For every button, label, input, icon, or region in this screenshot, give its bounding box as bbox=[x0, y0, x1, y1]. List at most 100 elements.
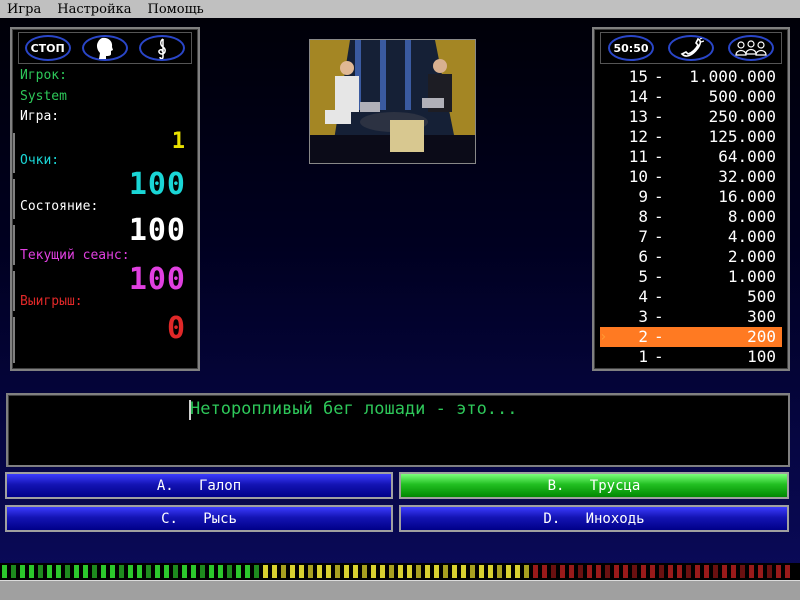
timer-cell bbox=[262, 564, 269, 579]
ladder-dash: - bbox=[654, 167, 664, 186]
ladder-dash: - bbox=[654, 147, 664, 166]
timer-cell bbox=[658, 564, 665, 579]
timer-cell bbox=[406, 564, 413, 579]
panel-divider bbox=[13, 225, 15, 265]
player-label: Игрок: bbox=[20, 68, 67, 83]
ladder-dash: - bbox=[654, 307, 664, 326]
ladder-amount: 200 bbox=[747, 327, 776, 346]
ladder-row: 9- 16.000 bbox=[600, 187, 782, 207]
timer-cell bbox=[55, 564, 62, 579]
timer-cell bbox=[505, 564, 512, 579]
treble-clef-icon bbox=[158, 38, 167, 59]
timer-cell bbox=[190, 564, 197, 579]
stop-label: СТОП bbox=[30, 41, 65, 55]
timer-cell bbox=[316, 564, 323, 579]
ladder-row: 15- 1.000.000 bbox=[600, 67, 782, 87]
ladder-row: 10- 32.000 bbox=[600, 167, 782, 187]
ladder-row: 13- 250.000 bbox=[600, 107, 782, 127]
menu-help[interactable]: Помощь bbox=[140, 2, 212, 17]
answer-d-button[interactable]: D. Иноходь bbox=[399, 505, 789, 532]
ladder-dash: - bbox=[654, 287, 664, 306]
timer-cell bbox=[496, 564, 503, 579]
session-value: 100 bbox=[128, 262, 186, 297]
head-silhouette-icon bbox=[96, 37, 113, 59]
ladder-level: 13 bbox=[628, 107, 648, 126]
winnings-label: Выигрыш: bbox=[20, 294, 83, 309]
timer-cell bbox=[775, 564, 782, 579]
stop-button[interactable]: СТОП bbox=[24, 35, 71, 61]
menu-settings[interactable]: Настройка bbox=[50, 2, 140, 17]
timer-cell bbox=[451, 564, 458, 579]
timer-cell bbox=[217, 564, 224, 579]
phone-a-friend-button[interactable] bbox=[668, 35, 714, 61]
timer-cell bbox=[523, 564, 530, 579]
ladder-amount: 32.000 bbox=[718, 167, 776, 186]
timer-cell bbox=[442, 564, 449, 579]
timer-cell bbox=[388, 564, 395, 579]
game-label: Игра: bbox=[20, 109, 60, 124]
ladder-amount: 8.000 bbox=[727, 207, 776, 226]
timer-cell bbox=[154, 564, 161, 579]
timer-cell bbox=[586, 564, 593, 579]
state-value: 100 bbox=[128, 213, 186, 248]
timer-cell bbox=[127, 564, 134, 579]
answer-a-button[interactable]: A. Галоп bbox=[5, 472, 393, 499]
ladder-row: 8- 8.000 bbox=[600, 207, 782, 227]
timer-cell bbox=[541, 564, 548, 579]
ladder-dash: - bbox=[654, 347, 664, 366]
timer-cell bbox=[739, 564, 746, 579]
timer-cell bbox=[568, 564, 575, 579]
timer-cell bbox=[712, 564, 719, 579]
player-name: System bbox=[20, 89, 67, 104]
timer-cell bbox=[469, 564, 476, 579]
answer-b-button[interactable]: B. Трусца bbox=[399, 472, 789, 499]
timer-cell bbox=[370, 564, 377, 579]
ladder-amount: 500 bbox=[747, 287, 776, 306]
timer-cell bbox=[595, 564, 602, 579]
timer-cell bbox=[640, 564, 647, 579]
timer-cell bbox=[46, 564, 53, 579]
points-value: 100 bbox=[128, 167, 186, 202]
timer-cell bbox=[424, 564, 431, 579]
panel-divider bbox=[13, 271, 15, 311]
answer-d-text: Иноходь bbox=[585, 510, 645, 527]
timer-cell bbox=[136, 564, 143, 579]
timer-cell bbox=[703, 564, 710, 579]
timer-cell bbox=[478, 564, 485, 579]
studio-scene-image bbox=[310, 40, 475, 163]
timer-bar bbox=[0, 563, 800, 580]
timer-cell bbox=[379, 564, 386, 579]
timer-cell bbox=[676, 564, 683, 579]
timer-cell bbox=[181, 564, 188, 579]
timer-cell bbox=[361, 564, 368, 579]
ladder-amount: 1.000.000 bbox=[689, 67, 776, 86]
ladder-level: 3 bbox=[638, 307, 648, 326]
timer-cell bbox=[766, 564, 773, 579]
ladder-amount: 64.000 bbox=[718, 147, 776, 166]
head-silhouette-button[interactable] bbox=[81, 35, 128, 61]
fifty-fifty-label: 50:50 bbox=[613, 41, 649, 55]
timer-cell bbox=[514, 564, 521, 579]
ladder-row: 14- 500.000 bbox=[600, 87, 782, 107]
ladder-level: 10 bbox=[628, 167, 648, 186]
ladder-amount: 125.000 bbox=[708, 127, 776, 146]
timer-cell bbox=[226, 564, 233, 579]
ladder-dash: - bbox=[654, 327, 664, 346]
ladder-level: 6 bbox=[638, 247, 648, 266]
winnings-value: 0 bbox=[166, 311, 186, 346]
music-button[interactable] bbox=[139, 35, 186, 61]
timer-cell bbox=[433, 564, 440, 579]
menu-game[interactable]: Игра bbox=[0, 2, 50, 17]
timer-cell bbox=[19, 564, 26, 579]
fifty-fifty-button[interactable]: 50:50 bbox=[608, 35, 654, 61]
timer-cell bbox=[649, 564, 656, 579]
panel-divider bbox=[13, 317, 15, 363]
timer-cell bbox=[559, 564, 566, 579]
ask-audience-button[interactable] bbox=[728, 35, 774, 61]
timer-cell bbox=[550, 564, 557, 579]
ladder-dash: - bbox=[654, 207, 664, 226]
answer-c-button[interactable]: C. Рысь bbox=[5, 505, 393, 532]
menu-bar: Игра Настройка Помощь bbox=[0, 0, 800, 18]
answer-d-letter: D. bbox=[543, 510, 561, 527]
timer-cell bbox=[28, 564, 35, 579]
